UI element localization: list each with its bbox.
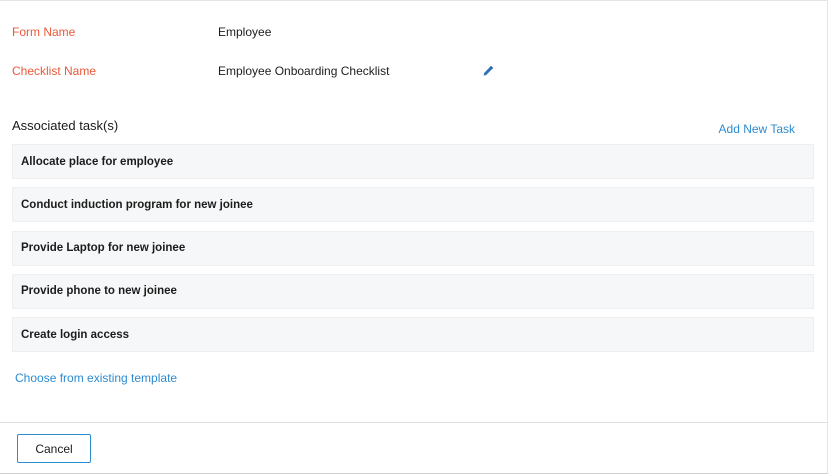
task-item[interactable]: Provide phone to new joinee (12, 273, 814, 309)
pencil-icon[interactable] (482, 65, 494, 77)
checklist-name-row: Checklist Name Employee Onboarding Check… (12, 61, 389, 81)
cancel-button[interactable]: Cancel (17, 434, 91, 463)
add-new-task-link[interactable]: Add New Task (719, 122, 795, 136)
task-item[interactable]: Allocate place for employee (12, 144, 814, 179)
task-item[interactable]: Provide Laptop for new joinee (12, 230, 814, 266)
task-item[interactable]: Create login access (12, 317, 814, 353)
choose-template-link[interactable]: Choose from existing template (15, 371, 177, 385)
associated-tasks-heading: Associated task(s) (12, 118, 119, 133)
task-item[interactable]: Conduct induction program for new joinee (12, 187, 814, 223)
checklist-name-label: Checklist Name (12, 64, 97, 78)
checklist-form-panel: Form Name Employee Checklist Name Employ… (0, 0, 828, 474)
task-list: Allocate place for employee Conduct indu… (12, 144, 814, 360)
form-name-label: Form Name (12, 25, 76, 39)
form-name-value: Employee (218, 25, 272, 39)
form-name-row: Form Name Employee (12, 22, 271, 42)
checklist-name-value: Employee Onboarding Checklist (218, 64, 390, 78)
footer-bar: Cancel (0, 422, 827, 474)
